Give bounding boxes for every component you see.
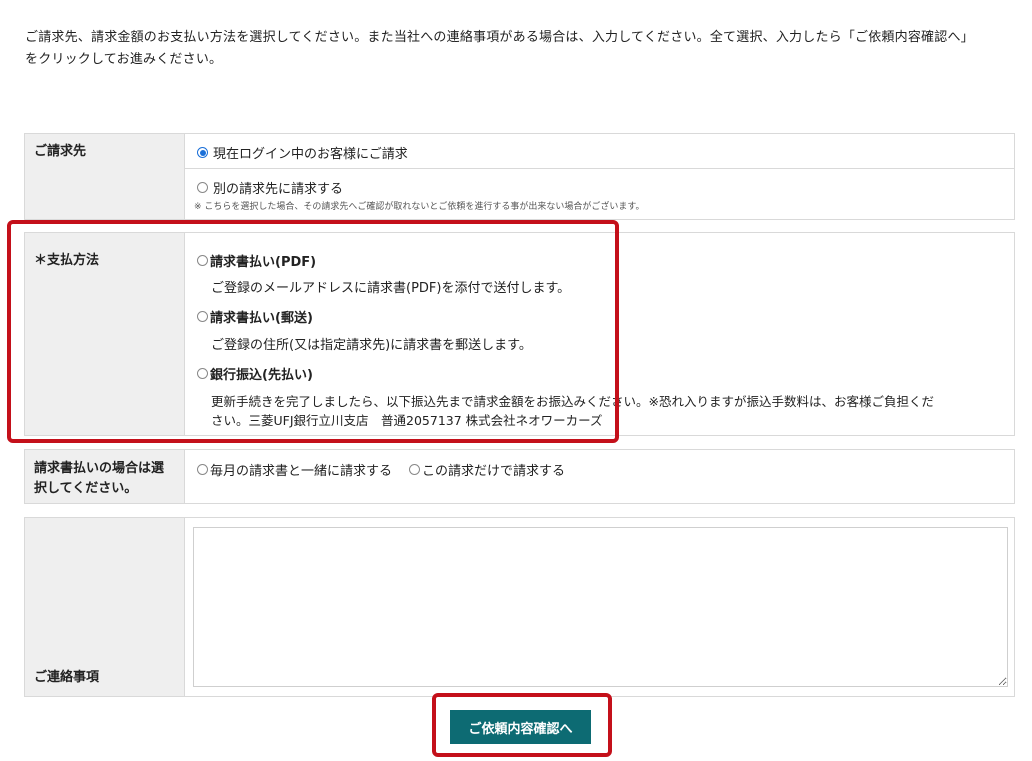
- contact-label-cell: ご連絡事項: [25, 518, 185, 696]
- billing-option-current-user-label: 現在ログイン中のお客様にご請求: [213, 147, 408, 162]
- radio-invoice-monthly[interactable]: [197, 464, 208, 475]
- billing-option-row-2: 別の請求先に請求する ※ こちらを選択した場合、その請求先へご確認が取れないとご…: [185, 169, 1014, 221]
- invoice-option-monthly-label: 毎月の請求書と一緒に請求する: [210, 464, 393, 479]
- billing-label: ご請求先: [34, 144, 87, 159]
- intro-line-2: をクリックしてお進みください。: [25, 52, 223, 67]
- contact-section: ご連絡事項: [24, 517, 1015, 697]
- billing-label-cell: ご請求先: [25, 134, 185, 219]
- invoice-preference-label-line-1: 請求書払いの場合は選: [34, 461, 165, 476]
- billing-section: ご請求先 現在ログイン中のお客様にご請求 別の請求先に請求する ※ こちらを選択…: [24, 133, 1015, 220]
- billing-note: ※ こちらを選択した場合、その請求先へご確認が取れないとご依頼を進行する事が出来…: [194, 202, 645, 212]
- invoice-option-single[interactable]: この請求だけで請求する: [409, 460, 565, 479]
- invoice-preference-options: 毎月の請求書と一緒に請求する この請求だけで請求する: [185, 450, 1014, 503]
- invoice-option-monthly[interactable]: 毎月の請求書と一緒に請求する: [197, 460, 392, 479]
- radio-current-user[interactable]: [197, 147, 208, 158]
- contact-label: ご連絡事項: [34, 670, 100, 685]
- radio-invoice-single[interactable]: [409, 464, 420, 475]
- billing-option-row-1: 現在ログイン中のお客様にご請求: [185, 134, 1014, 169]
- invoice-preference-label-line-2: 択してください。: [34, 481, 138, 496]
- billing-option-other-label: 別の請求先に請求する: [213, 182, 344, 197]
- billing-option-current-user[interactable]: 現在ログイン中のお客様にご請求: [197, 143, 408, 162]
- radio-other-billing[interactable]: [197, 182, 208, 193]
- invoice-preference-label: 請求書払いの場合は選 択してください。: [34, 459, 164, 499]
- invoice-option-single-label: この請求だけで請求する: [422, 464, 566, 479]
- payment-highlight-box: [7, 220, 619, 443]
- invoice-preference-section: 請求書払いの場合は選 択してください。 毎月の請求書と一緒に請求する この請求だ…: [24, 449, 1015, 504]
- invoice-preference-label-cell: 請求書払いの場合は選 択してください。: [25, 450, 185, 503]
- billing-option-other[interactable]: 別の請求先に請求する: [197, 178, 343, 197]
- intro-text: ご請求先、請求金額のお支払い方法を選択してください。また当社への連絡事項がある場…: [25, 27, 1015, 71]
- submit-highlight-box: [432, 693, 612, 757]
- intro-line-1: ご請求先、請求金額のお支払い方法を選択してください。また当社への連絡事項がある場…: [25, 30, 974, 45]
- contact-textarea[interactable]: [193, 527, 1008, 687]
